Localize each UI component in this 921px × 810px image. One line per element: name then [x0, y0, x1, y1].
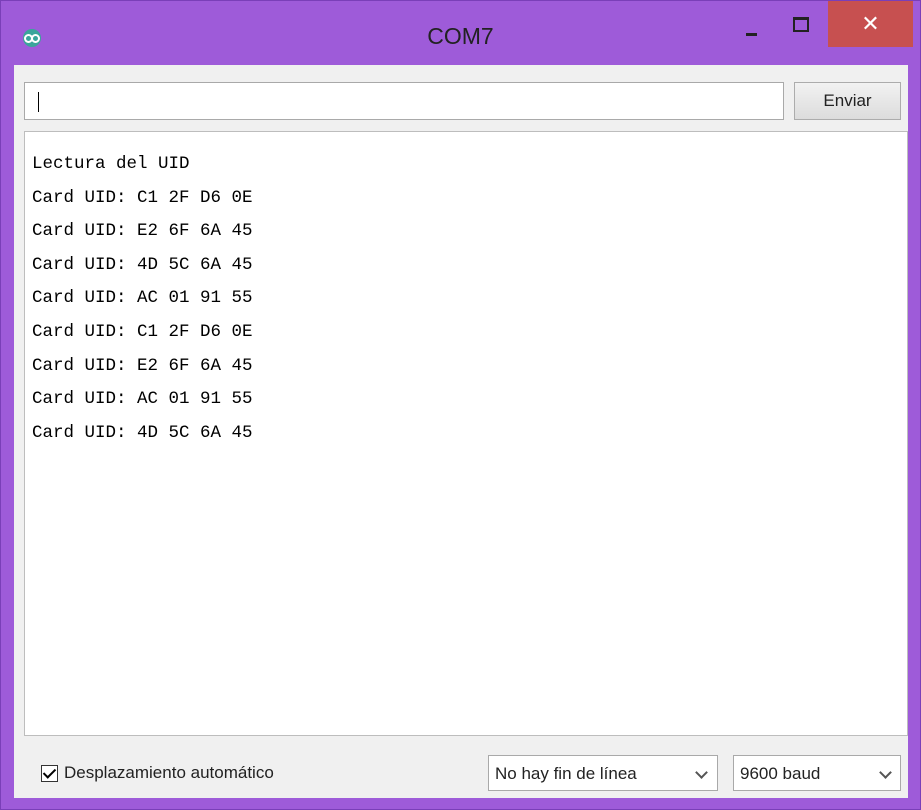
output-line: Card UID: 4D 5C 6A 45: [32, 422, 253, 443]
baud-rate-value: 9600 baud: [740, 764, 821, 783]
minimize-button[interactable]: [731, 11, 773, 45]
close-button[interactable]: ✕: [828, 1, 913, 47]
output-line: Card UID: AC 01 91 55: [32, 288, 253, 309]
autoscroll-toggle[interactable]: Desplazamiento automático: [41, 762, 274, 784]
output-line: Lectura del UID: [32, 154, 190, 174]
client-area: Enviar Lectura del UID Card UID: C1 2F D…: [14, 65, 908, 798]
autoscroll-checkbox[interactable]: [41, 764, 58, 782]
chevron-down-icon: [879, 766, 892, 779]
serial-output[interactable]: Lectura del UID Card UID: C1 2F D6 0E Ca…: [24, 131, 908, 736]
maximize-icon: [793, 17, 809, 32]
output-lines: Lectura del UID Card UID: C1 2F D6 0E Ca…: [32, 148, 253, 450]
chevron-down-icon: [695, 766, 708, 779]
title-bar[interactable]: COM7 ✕: [1, 1, 920, 65]
output-line: Card UID: AC 01 91 55: [32, 389, 253, 410]
text-caret: [38, 92, 39, 112]
output-line: Card UID: C1 2F D6 0E: [32, 187, 253, 208]
baud-rate-select[interactable]: 9600 baud: [733, 755, 901, 791]
output-line: Card UID: E2 6F 6A 45: [32, 355, 253, 376]
send-button[interactable]: Enviar: [794, 82, 901, 120]
autoscroll-label: Desplazamiento automático: [64, 763, 274, 782]
line-ending-value: No hay fin de línea: [495, 764, 637, 783]
output-line: Card UID: E2 6F 6A 45: [32, 221, 253, 242]
close-icon: ✕: [861, 11, 880, 36]
maximize-button[interactable]: [780, 11, 822, 45]
output-line: Card UID: C1 2F D6 0E: [32, 321, 253, 342]
serial-monitor-window: COM7 ✕ Enviar Lectura del UID Card UID: …: [0, 0, 921, 810]
output-line: Card UID: 4D 5C 6A 45: [32, 254, 253, 275]
minimize-icon: [746, 33, 757, 36]
send-input[interactable]: [24, 82, 784, 120]
line-ending-select[interactable]: No hay fin de línea: [488, 755, 718, 791]
